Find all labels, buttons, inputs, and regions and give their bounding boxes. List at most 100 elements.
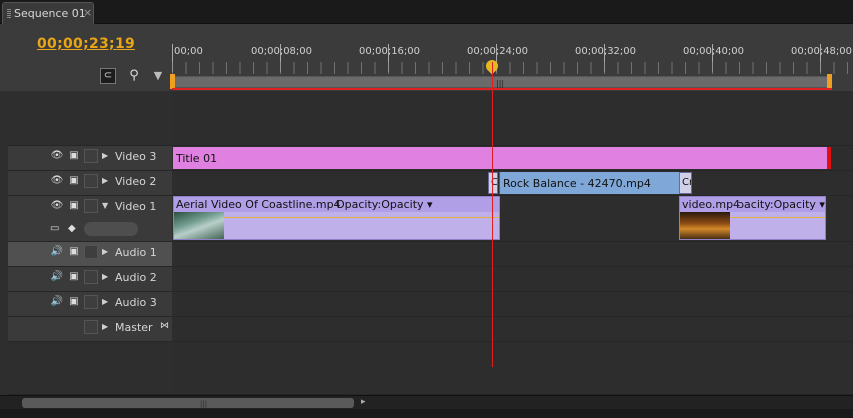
- master-audio-icon[interactable]: ⋈: [160, 321, 169, 331]
- track-name: Audio 3: [115, 296, 157, 309]
- tab-label: Sequence 01: [14, 7, 86, 20]
- work-area-start-handle[interactable]: [170, 74, 175, 89]
- clip-rock-balance[interactable]: Rock Balance - 42470.mp4: [499, 172, 679, 194]
- ruler-label: 00;00;48;00: [791, 46, 853, 57]
- sync-icon[interactable]: ▣: [67, 246, 81, 258]
- expand-triangle-icon[interactable]: ▶: [102, 176, 108, 185]
- expand-triangle-icon[interactable]: ▶: [102, 322, 108, 331]
- track-headers: 👁 ▣ ▶ Video 3 👁 ▣ ▶ Video 2 👁 ▣ ▼ Video …: [8, 91, 172, 395]
- sync-icon[interactable]: ▣: [67, 296, 81, 308]
- film-icon[interactable]: ▣: [67, 200, 81, 212]
- speaker-icon[interactable]: 🔊: [50, 296, 64, 308]
- track-lock-toggle[interactable]: [84, 149, 98, 163]
- clip-end-marker[interactable]: [827, 147, 831, 169]
- speaker-icon[interactable]: 🔊: [50, 271, 64, 283]
- track-header-video-1[interactable]: 👁 ▣ ▼ Video 1 ▭ ◆: [8, 196, 172, 242]
- current-timecode[interactable]: 00;00;23;19: [37, 36, 135, 52]
- grip-icon: |||: [200, 400, 208, 408]
- work-area-end-handle[interactable]: [827, 74, 832, 89]
- track-header-video-2[interactable]: 👁 ▣ ▶ Video 2: [8, 171, 172, 196]
- track-name: Master: [115, 321, 153, 334]
- ruler-label: 00;00;16;00: [359, 46, 421, 57]
- track-lock-toggle[interactable]: [84, 199, 98, 213]
- transition-label: Cr: [682, 177, 692, 188]
- track-lock-toggle[interactable]: [84, 245, 98, 259]
- ruler-label: 00;00;08;00: [251, 46, 313, 57]
- sync-icon[interactable]: ▣: [67, 271, 81, 283]
- time-ruler[interactable]: 00;00 00;00;08;00 00;00;16;00 00;00;24;0…: [172, 40, 853, 76]
- clip-title-01[interactable]: Title 01: [173, 147, 827, 169]
- ruler-label: 00;00;40;00: [683, 46, 745, 57]
- track-lock-toggle[interactable]: [84, 270, 98, 284]
- lane-master[interactable]: [173, 317, 853, 342]
- ruler-label: 00;00: [174, 46, 203, 57]
- clip-label: Rock Balance - 42470.mp4: [503, 177, 651, 190]
- clip-thumbnail: [680, 212, 730, 239]
- track-name: Audio 1: [115, 246, 157, 259]
- set-marker-icon[interactable]: ⚲: [126, 68, 142, 84]
- ruler-label: 00;00;24;00: [467, 46, 529, 57]
- transition-clip[interactable]: C: [488, 172, 498, 194]
- track-name: Audio 2: [115, 271, 157, 284]
- clip-video-mp4[interactable]: video.mp4 ɔacity:Opacity ▾: [679, 196, 826, 240]
- effect-dropdown[interactable]: Opacity:Opacity ▾: [336, 198, 433, 211]
- transition-clip[interactable]: Cr: [679, 172, 692, 194]
- track-header-master[interactable]: ▶ Master ⋈: [8, 317, 172, 342]
- expand-triangle-icon[interactable]: ▶: [102, 297, 108, 306]
- track-header-spacer: [8, 91, 172, 146]
- tab-sequence-01[interactable]: Sequence 01 ×: [2, 2, 94, 24]
- expand-triangle-icon[interactable]: ▶: [102, 272, 108, 281]
- scroll-right-icon[interactable]: ▸: [361, 397, 366, 407]
- grip-icon[interactable]: |||: [496, 79, 504, 88]
- lane-audio-1[interactable]: [173, 242, 853, 267]
- clip-aerial-video[interactable]: Aerial Video Of Coastline.mp4 Opacity:Op…: [173, 196, 500, 240]
- ruler-label: 00;00;32;00: [575, 46, 637, 57]
- keyframe-icon[interactable]: ▼: [150, 69, 166, 85]
- horizontal-scrollbar[interactable]: ||| ▸: [0, 395, 853, 409]
- speaker-icon[interactable]: 🔊: [50, 246, 64, 258]
- keyframe-navigator[interactable]: [84, 222, 138, 236]
- lane-audio-2[interactable]: [173, 267, 853, 292]
- grip-icon[interactable]: [7, 9, 11, 19]
- close-icon[interactable]: ×: [83, 6, 92, 19]
- collapse-triangle-icon[interactable]: ▼: [102, 201, 108, 210]
- track-header-audio-3[interactable]: 🔊 ▣ ▶ Audio 3: [8, 292, 172, 317]
- eye-icon[interactable]: 👁: [50, 175, 64, 187]
- track-header-audio-2[interactable]: 🔊 ▣ ▶ Audio 2: [8, 267, 172, 292]
- clip-label: Title 01: [176, 152, 218, 165]
- expand-triangle-icon[interactable]: ▶: [102, 151, 108, 160]
- render-bar: [172, 88, 832, 90]
- track-lock-toggle[interactable]: [84, 320, 98, 334]
- clip-thumbnail: [174, 212, 224, 239]
- film-icon[interactable]: ▣: [67, 175, 81, 187]
- display-style-icon[interactable]: ▭: [50, 223, 59, 234]
- panel-tab-bar: Sequence 01 ×: [0, 0, 853, 24]
- track-header-audio-1[interactable]: 🔊 ▣ ▶ Audio 1: [8, 242, 172, 267]
- work-area-bar[interactable]: |||: [172, 76, 832, 88]
- track-name: Video 3: [115, 150, 157, 163]
- eye-icon[interactable]: 👁: [50, 200, 64, 212]
- effect-dropdown[interactable]: ɔacity:Opacity ▾: [738, 198, 825, 211]
- show-keyframes-icon[interactable]: ◆: [68, 223, 76, 234]
- panel-footer: [0, 409, 853, 418]
- playhead-line[interactable]: [492, 62, 493, 367]
- snap-icon[interactable]: ⊂: [100, 68, 116, 84]
- scrollbar-thumb[interactable]: |||: [22, 398, 354, 408]
- track-lock-toggle[interactable]: [84, 174, 98, 188]
- lane-empty[interactable]: [173, 91, 853, 146]
- clip-label: Aerial Video Of Coastline.mp4: [176, 198, 341, 211]
- lane-audio-3[interactable]: [173, 292, 853, 317]
- track-header-video-3[interactable]: 👁 ▣ ▶ Video 3: [8, 146, 172, 171]
- tracks-area: 👁 ▣ ▶ Video 3 👁 ▣ ▶ Video 2 👁 ▣ ▼ Video …: [0, 91, 853, 395]
- eye-icon[interactable]: 👁: [50, 150, 64, 162]
- track-name: Video 2: [115, 175, 157, 188]
- track-lock-toggle[interactable]: [84, 295, 98, 309]
- track-header-spacer: [8, 342, 172, 395]
- clip-label: video.mp4: [682, 198, 741, 211]
- ruler-minor-ticks: [172, 62, 853, 74]
- track-name: Video 1: [115, 200, 157, 213]
- lane-empty[interactable]: [173, 342, 853, 395]
- expand-triangle-icon[interactable]: ▶: [102, 247, 108, 256]
- track-lanes: Title 01 C Rock Balance - 42470.mp4 Cr A…: [173, 91, 853, 395]
- film-icon[interactable]: ▣: [67, 150, 81, 162]
